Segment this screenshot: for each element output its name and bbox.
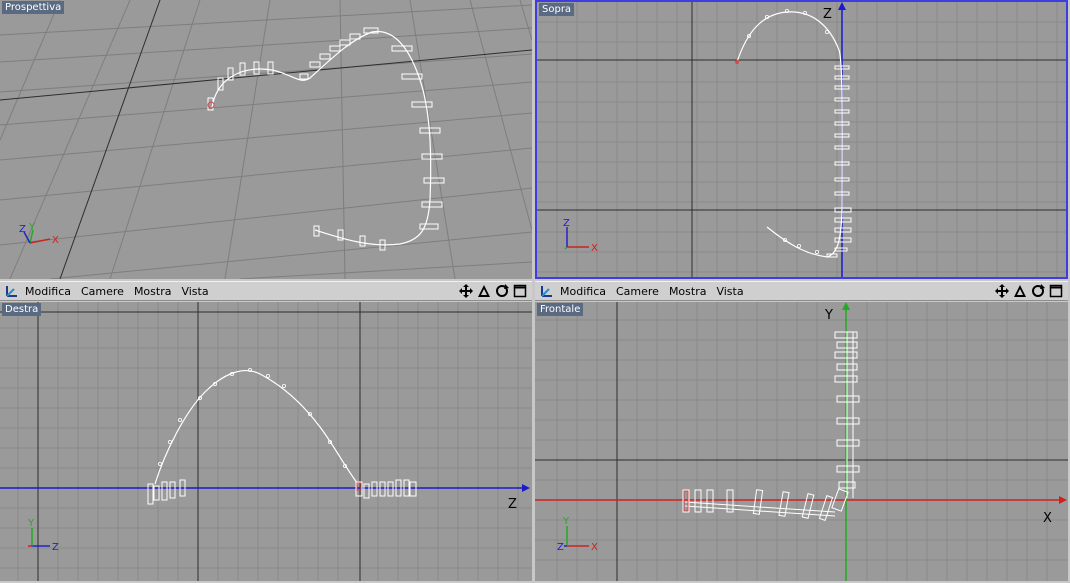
zoom-icon[interactable] [476,283,492,299]
axis-label-x: X [591,243,598,254]
viewport-title: Destra [2,303,42,316]
menu-modifica[interactable]: Modifica [25,285,71,298]
axis-label-z: Z [52,542,59,553]
menu-vista[interactable]: Vista [181,285,208,298]
rotate-icon[interactable] [494,283,510,299]
menu-modifica[interactable]: Modifica [560,285,606,298]
maximize-icon[interactable] [512,283,528,299]
axis-label-z: Z [508,497,517,512]
axis-label-y: Y [28,222,36,233]
top-canvas[interactable]: Z X Z [537,2,1066,277]
axis-tool-icon[interactable] [3,282,21,300]
menu-camere[interactable]: Camere [81,285,124,298]
right-canvas[interactable]: Z Z Y [0,302,532,581]
viewport-title: Sopra [539,3,575,16]
axis-label-z: Z [19,224,26,235]
axis-label-x: X [52,235,59,246]
axis-label-z: Z [557,542,564,553]
front-canvas[interactable]: X Y X Y Z [535,302,1068,581]
viewport-title: Frontale [537,303,584,316]
axis-tool-icon[interactable] [538,282,556,300]
zoom-icon[interactable] [1012,283,1028,299]
menu-camere[interactable]: Camere [616,285,659,298]
maximize-icon[interactable] [1048,283,1064,299]
menu-vista[interactable]: Vista [716,285,743,298]
menu-mostra[interactable]: Mostra [134,285,172,298]
viewport-right[interactable]: Destra Z Z Y [0,302,532,581]
toolbar-right-view: Modifica Camere Mostra Vista [0,281,532,301]
perspective-canvas[interactable]: X Y Z [0,0,532,279]
move-icon[interactable] [994,283,1010,299]
move-icon[interactable] [458,283,474,299]
axis-label-y: Y [27,518,35,529]
viewport-top[interactable]: Sopra Z X Z [535,0,1068,279]
toolbar-front-view: Modifica Camere Mostra Vista [535,281,1068,301]
axis-label-x: X [1043,511,1052,526]
axis-label-y: Y [562,516,570,527]
axis-label-y: Y [824,308,833,323]
viewport-front[interactable]: Frontale X Y X Y Z [535,302,1068,581]
axis-label-x: X [591,542,598,553]
viewport-title: Prospettiva [2,1,65,14]
rotate-icon[interactable] [1030,283,1046,299]
axis-label-z: Z [563,218,570,229]
menu-mostra[interactable]: Mostra [669,285,707,298]
axis-label-z: Z [823,7,832,22]
viewport-perspective[interactable]: Prospettiva X Y Z [0,0,532,279]
